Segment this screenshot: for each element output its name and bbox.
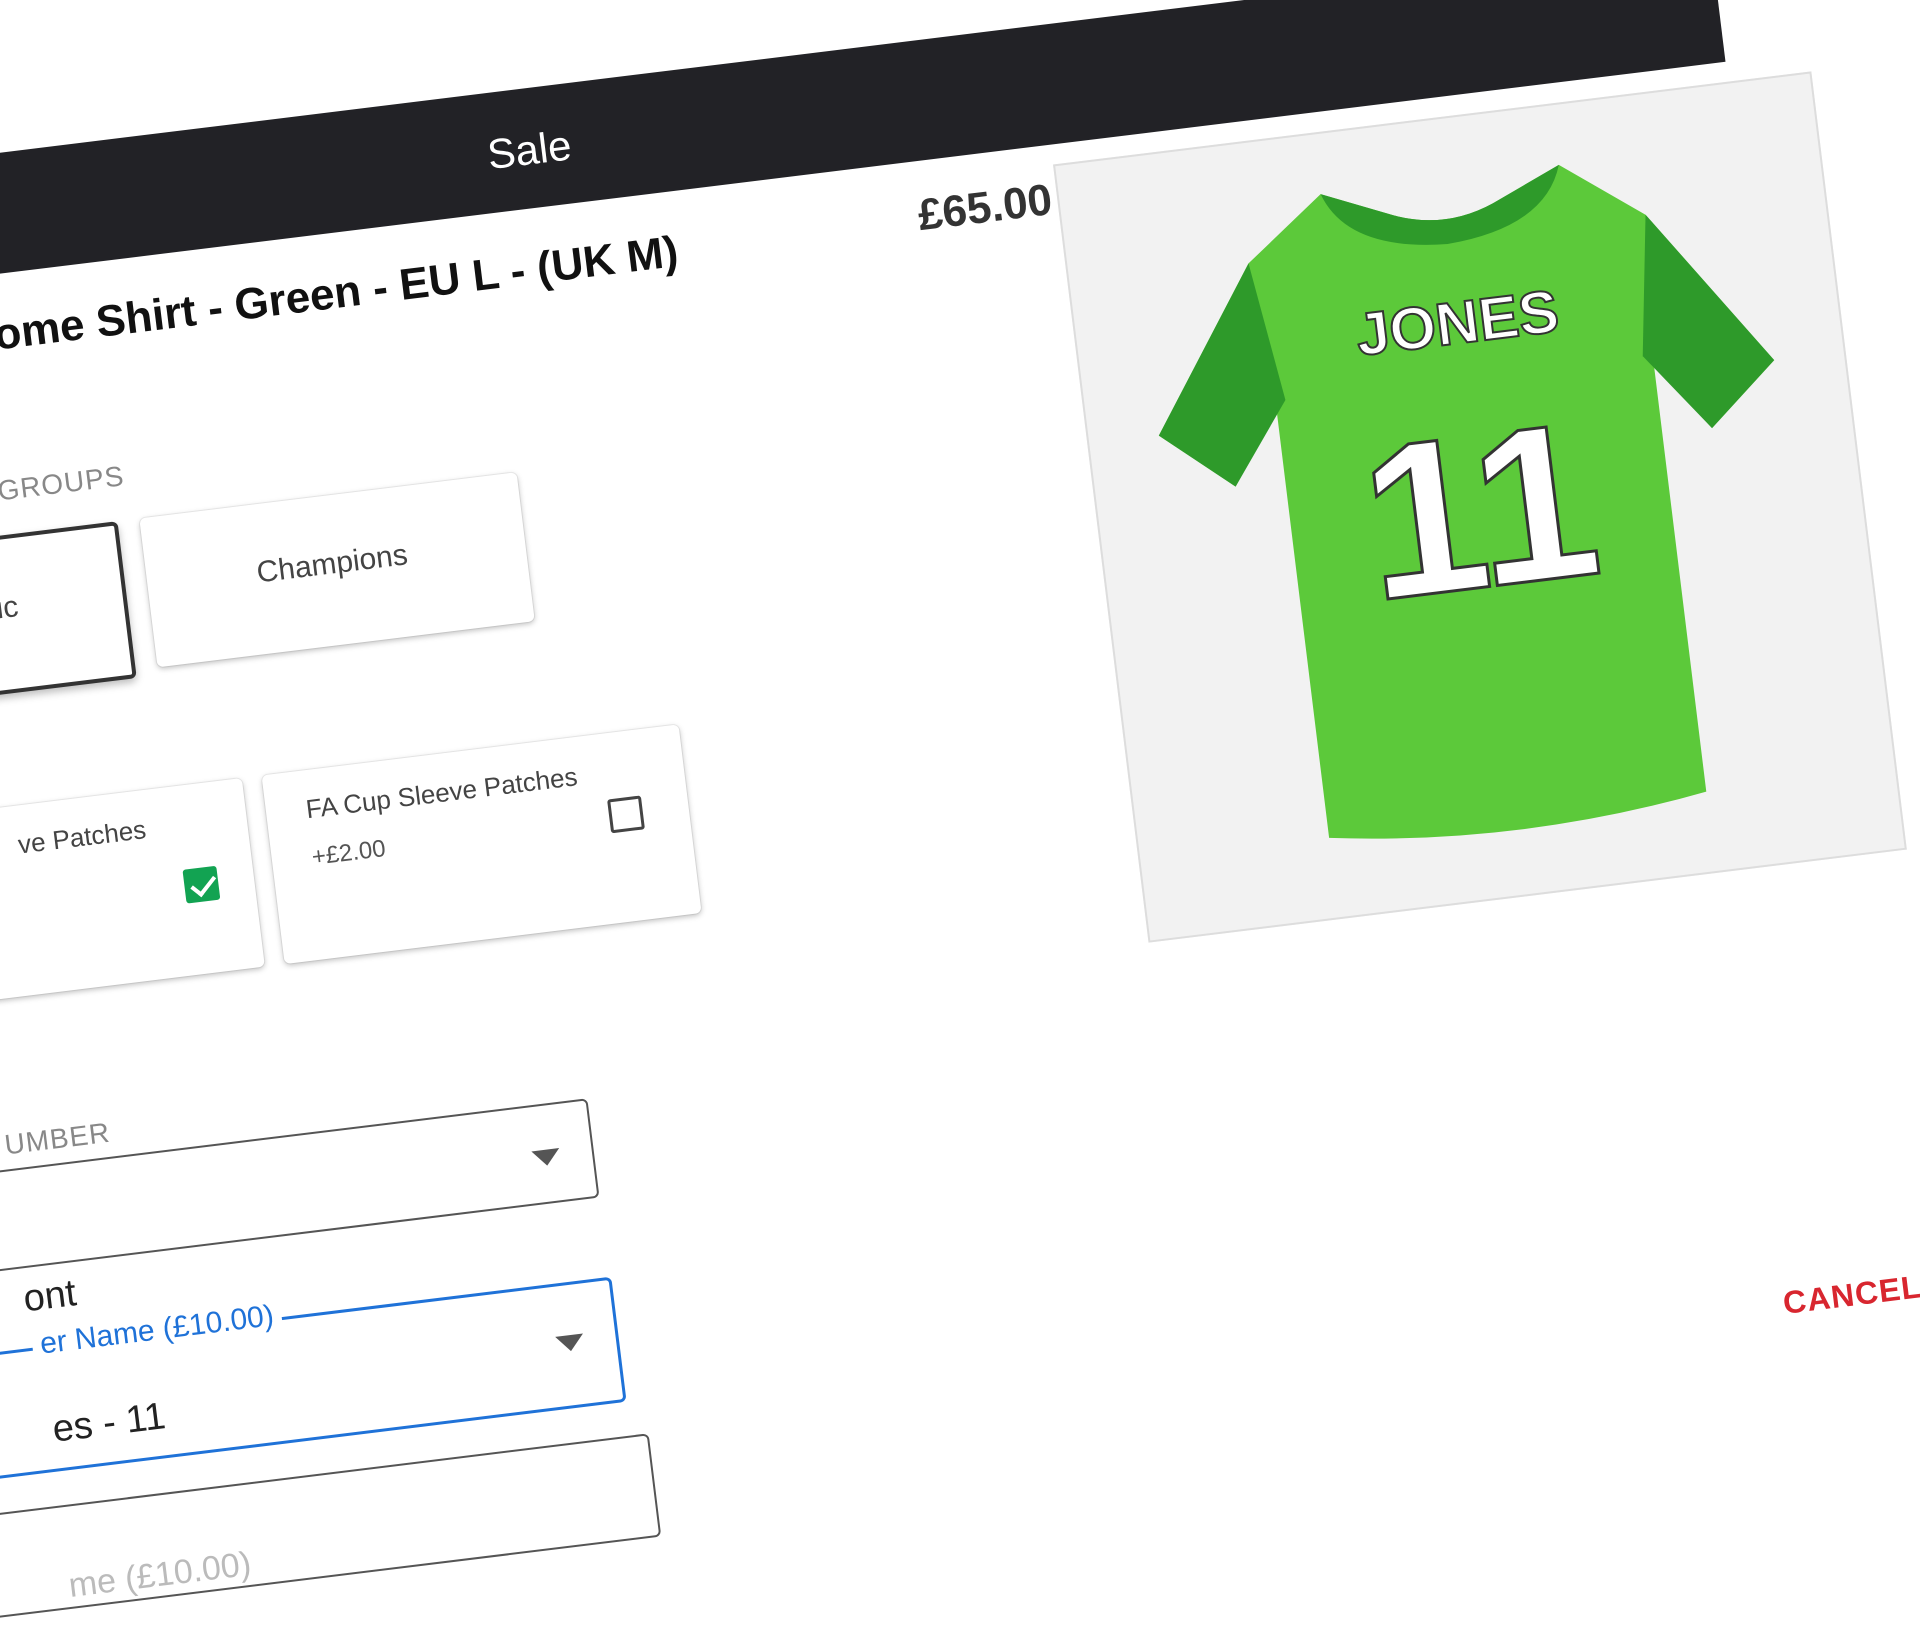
patch-option-price: +£2.00 [310,835,388,871]
chevron-down-icon [531,1148,562,1168]
patch-checkbox-checked[interactable] [182,865,221,904]
edition-option-label: Champions [254,538,410,590]
edition-option-label: stic [0,590,21,629]
product-image: JONES 11 [1052,71,1907,943]
patch-option-fa-cup[interactable]: FA Cup Sleeve Patches +£2.00 [261,724,702,965]
cancel-button[interactable]: CANCEL [1775,1266,1920,1323]
player-name-value: es - 11 [50,1395,168,1451]
print-position-value: ont [21,1272,79,1321]
patch-option-label: ve Patches [16,814,148,860]
patch-option-label: FA Cup Sleeve Patches [304,761,579,825]
chevron-down-icon [555,1333,585,1353]
patch-option-sleeve[interactable]: ve Patches [0,777,265,1016]
edition-groups-label: ON GROUPS [0,460,127,513]
sale-dialog: Sale 2 Home Shirt - Green - EU L - (UK M… [0,0,1920,1625]
custom-name-placeholder: me (£10.00) [58,1543,262,1607]
product-price: £65.00 [915,175,1055,241]
edition-option-champions[interactable]: Champions [139,472,535,668]
patch-checkbox[interactable] [607,795,645,834]
shirt-image: JONES 11 [1158,164,1775,839]
shirt-number-print: 11 [1350,375,1611,648]
print-position-label: UMBER [2,1116,112,1161]
edition-option-selected[interactable]: stic [0,521,137,716]
dialog-title: Sale [484,121,574,179]
